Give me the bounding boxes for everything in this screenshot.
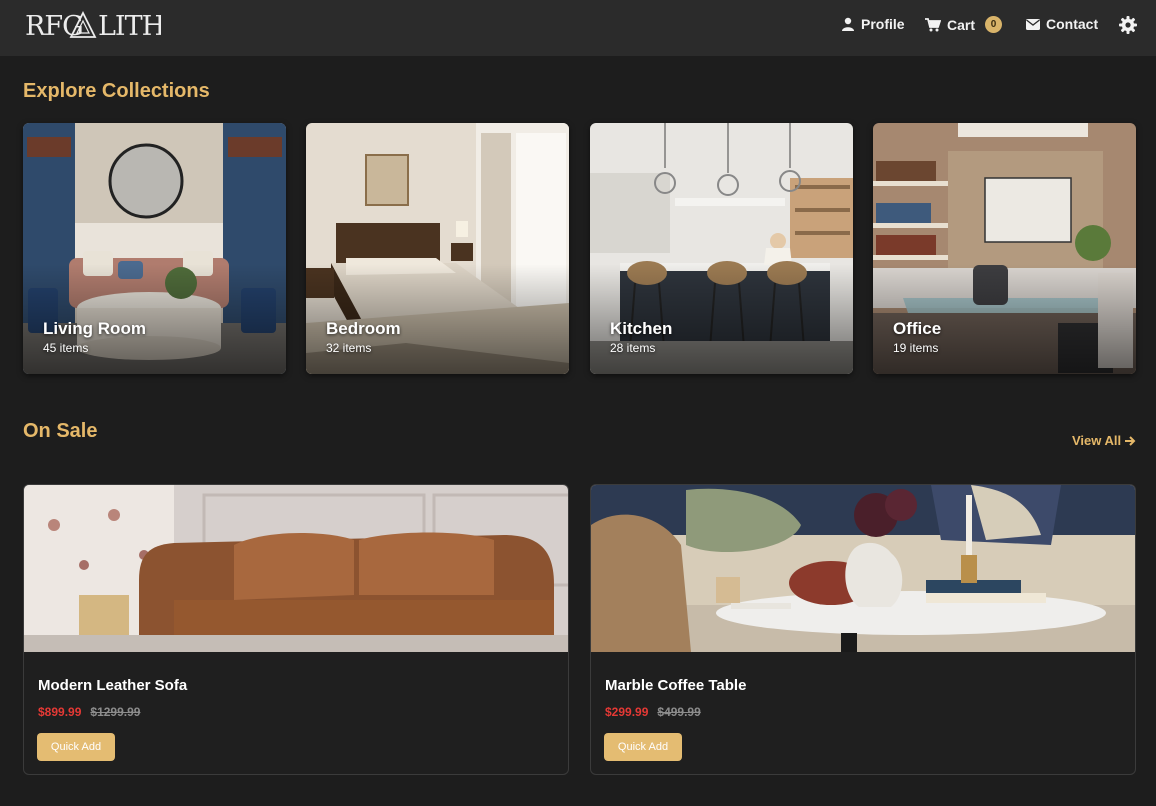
- collection-count: 28 items: [610, 341, 656, 355]
- product-name: Modern Leather Sofa: [38, 677, 188, 694]
- sale-heading: On Sale: [23, 420, 98, 442]
- quick-add-button[interactable]: Quick Add: [37, 733, 115, 761]
- collection-card-bedroom[interactable]: Bedroom 32 items: [306, 123, 569, 374]
- collections-heading: Explore Collections: [23, 80, 210, 102]
- envelope-icon: [1026, 18, 1040, 30]
- quick-add-button[interactable]: Quick Add: [604, 733, 682, 761]
- nav-cart[interactable]: Cart 0: [925, 16, 1003, 33]
- collection-count: 19 items: [893, 341, 939, 355]
- gear-icon[interactable]: [1119, 16, 1137, 34]
- collection-card-living-room[interactable]: Living Room 45 items: [23, 123, 286, 374]
- brand-logo[interactable]: RFG LITH: [24, 7, 162, 43]
- collection-name: Living Room: [43, 319, 146, 338]
- cart-count-badge: 0: [985, 16, 1003, 33]
- price-row: $299.99 $499.99: [605, 705, 701, 719]
- view-all-link[interactable]: View All: [1072, 433, 1136, 448]
- collection-card-kitchen[interactable]: Kitchen 28 items: [590, 123, 853, 374]
- top-navbar: RFG LITH Profile Cart 0 Contact: [0, 0, 1156, 56]
- view-all-label: View All: [1072, 433, 1122, 448]
- nav-contact[interactable]: Contact: [1026, 16, 1098, 32]
- collection-name: Bedroom: [326, 319, 401, 338]
- sale-price: $299.99: [605, 705, 649, 719]
- original-price: $1299.99: [90, 705, 141, 719]
- sale-price: $899.99: [38, 705, 82, 719]
- leather-sofa-image: [24, 485, 568, 652]
- svg-text:LITH: LITH: [98, 11, 161, 42]
- product-card-marble-table: Marble Coffee Table $299.99 $499.99 Quic…: [590, 484, 1136, 775]
- product-name: Marble Coffee Table: [605, 677, 747, 694]
- price-row: $899.99 $1299.99: [38, 705, 140, 719]
- arrow-right-icon: [1125, 435, 1136, 446]
- collection-name: Kitchen: [610, 319, 673, 338]
- collection-count: 32 items: [326, 341, 372, 355]
- nav-profile-label: Profile: [861, 16, 905, 32]
- collection-count: 45 items: [43, 341, 89, 355]
- logo-wordmark-icon: RFG LITH: [25, 10, 161, 42]
- nav-cart-label: Cart: [947, 16, 976, 33]
- marble-coffee-table-image: [591, 485, 1135, 652]
- nav-profile[interactable]: Profile: [841, 16, 905, 32]
- collection-name: Office: [893, 319, 942, 338]
- original-price: $499.99: [657, 705, 701, 719]
- nav-contact-label: Contact: [1046, 16, 1099, 32]
- collection-card-office[interactable]: Office 19 items: [873, 123, 1136, 374]
- product-card-leather-sofa: Modern Leather Sofa $899.99 $1299.99 Qui…: [23, 484, 569, 775]
- user-icon: [842, 17, 854, 31]
- cart-icon: [925, 17, 941, 31]
